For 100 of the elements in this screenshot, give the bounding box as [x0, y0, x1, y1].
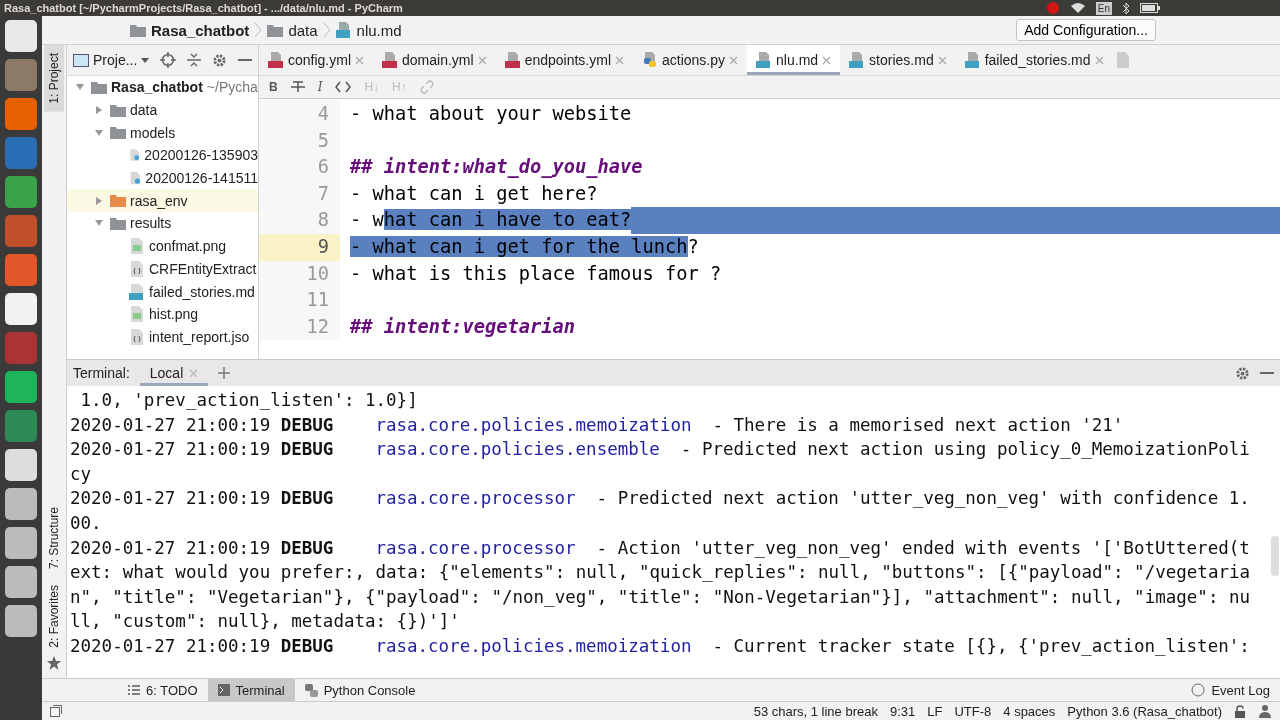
- tree-item[interactable]: data: [67, 98, 258, 122]
- record-icon[interactable]: [1045, 1, 1060, 15]
- logger-name: rasa.core.policies.memoization: [375, 414, 692, 435]
- launcher-icon[interactable]: [5, 332, 37, 364]
- close-icon[interactable]: [729, 55, 739, 65]
- status-bar-item[interactable]: 53 chars, 1 line break: [753, 703, 878, 719]
- log-message: - There is a memorised next action '21': [712, 414, 1124, 435]
- editor-tab[interactable]: domain.yml: [373, 45, 496, 75]
- tree-item[interactable]: Rasa_chatbot ~/Pycha: [67, 76, 258, 99]
- keyboard-language-indicator[interactable]: En: [1095, 1, 1112, 15]
- wifi-icon[interactable]: [1069, 2, 1086, 14]
- tool-window-tab[interactable]: 7: Structure: [44, 499, 64, 578]
- launcher-icon[interactable]: [5, 371, 37, 403]
- minimize-icon[interactable]: [1260, 371, 1274, 375]
- tree-item[interactable]: failed_stories.md: [67, 280, 258, 303]
- breadcrumb[interactable]: nlu.md: [335, 21, 402, 39]
- launcher-icon[interactable]: [5, 449, 37, 481]
- tree-item[interactable]: 20200126-135903: [67, 144, 258, 167]
- add-configuration-button[interactable]: Add Configuration...: [1016, 19, 1156, 41]
- launcher-icon[interactable]: [5, 98, 37, 130]
- breadcrumb[interactable]: data: [267, 21, 318, 39]
- tree-item[interactable]: intent_report.jso: [67, 325, 258, 349]
- line-number: 5: [317, 129, 329, 151]
- close-icon[interactable]: [937, 55, 947, 65]
- settings-icon[interactable]: [1235, 365, 1250, 381]
- minimize-icon[interactable]: [238, 58, 252, 62]
- editor-tab[interactable]: actions.py: [633, 45, 748, 75]
- expand-arrow-icon[interactable]: [94, 195, 104, 206]
- file-icon: [129, 170, 142, 187]
- expand-arrow-icon[interactable]: [94, 127, 104, 138]
- close-icon[interactable]: [822, 55, 832, 65]
- line-number: 12: [306, 315, 329, 337]
- add-icon[interactable]: [218, 367, 231, 379]
- editor-tab[interactable]: config.yml: [259, 45, 374, 75]
- terminal-icon: [217, 684, 230, 696]
- editor-tab[interactable]: nlu.md: [747, 45, 841, 75]
- collapse-icon[interactable]: [187, 53, 202, 67]
- tree-item[interactable]: CRFEntityExtract: [67, 257, 258, 281]
- log-message: 00.: [70, 512, 102, 533]
- launcher-icon[interactable]: [5, 20, 37, 52]
- close-icon[interactable]: [615, 55, 624, 65]
- launcher-icon[interactable]: [5, 293, 37, 325]
- expand-arrow-icon[interactable]: [94, 105, 104, 116]
- editor-tab[interactable]: failed_stories.md: [955, 45, 1113, 75]
- chevron-icon: [323, 23, 330, 37]
- tree-item[interactable]: results: [67, 212, 258, 235]
- launcher-icon[interactable]: [5, 176, 37, 208]
- tree-item[interactable]: confmat.png: [67, 234, 258, 258]
- breadcrumb[interactable]: Rasa_chatbot: [130, 21, 250, 39]
- logger-name: rasa.core.processor: [375, 488, 576, 509]
- event-log-button[interactable]: Event Log: [1181, 679, 1280, 701]
- balloon-icon: [1191, 683, 1206, 697]
- launcher-icon[interactable]: [5, 137, 37, 169]
- terminal-session-tab[interactable]: Local: [139, 360, 209, 386]
- code-icon[interactable]: [335, 81, 352, 93]
- tree-item[interactable]: hist.png: [67, 302, 258, 326]
- lock-icon[interactable]: [1234, 704, 1246, 718]
- status-bar-item[interactable]: UTF-8: [954, 703, 992, 719]
- tree-item[interactable]: models: [67, 121, 258, 145]
- launcher-icon[interactable]: [5, 605, 37, 637]
- launcher-icon[interactable]: [5, 410, 37, 442]
- bluetooth-icon[interactable]: [1122, 1, 1130, 15]
- tool-window-tab[interactable]: Terminal: [207, 679, 295, 701]
- strikethrough-icon[interactable]: [290, 81, 305, 93]
- person-icon[interactable]: [1258, 704, 1272, 718]
- launcher-icon[interactable]: [5, 488, 37, 520]
- tool-window-tab[interactable]: 6: TODO: [118, 679, 208, 701]
- launcher-icon[interactable]: [5, 215, 37, 247]
- project-tool-tab[interactable]: 1: Project: [44, 45, 64, 112]
- launcher-icon[interactable]: [5, 566, 37, 598]
- file-icon[interactable]: [1116, 52, 1129, 68]
- editor-tab[interactable]: endpoints.yml: [495, 45, 633, 75]
- line-number: 4: [317, 103, 329, 124]
- scrollbar-thumb[interactable]: [1271, 536, 1279, 576]
- tool-window-tab[interactable]: 2: Favorites: [44, 577, 64, 656]
- close-icon[interactable]: [189, 368, 199, 378]
- editor-tab[interactable]: stories.md: [840, 45, 956, 75]
- status-bar-item[interactable]: LF: [927, 703, 943, 719]
- battery-icon[interactable]: [1140, 3, 1160, 13]
- tree-item[interactable]: rasa_env: [67, 189, 258, 213]
- settings-icon[interactable]: [212, 52, 228, 68]
- tree-item[interactable]: 20200126-141511: [67, 166, 258, 190]
- status-bar-item[interactable]: Python 3.6 (Rasa_chatbot): [1067, 703, 1222, 719]
- status-bar-item[interactable]: 9:31: [889, 703, 916, 719]
- line-number: 11: [306, 289, 329, 311]
- close-icon[interactable]: [477, 55, 487, 65]
- tool-window-tab[interactable]: Python Console: [294, 679, 426, 701]
- locate-icon[interactable]: [160, 52, 177, 68]
- file-icon: [756, 52, 773, 68]
- markdown-toolbar-button[interactable]: B: [269, 80, 278, 94]
- log-message: cy: [70, 463, 92, 484]
- launcher-icon[interactable]: [5, 527, 37, 559]
- link-icon[interactable]: [419, 80, 434, 94]
- close-icon[interactable]: [355, 55, 365, 65]
- launcher-icon[interactable]: [5, 59, 37, 91]
- status-bar-item[interactable]: 4 spaces: [1003, 703, 1056, 719]
- panel-toggle-icon[interactable]: [50, 705, 62, 717]
- launcher-icon[interactable]: [5, 254, 37, 286]
- italic-button[interactable]: I: [317, 80, 323, 94]
- close-icon[interactable]: [1094, 55, 1104, 65]
